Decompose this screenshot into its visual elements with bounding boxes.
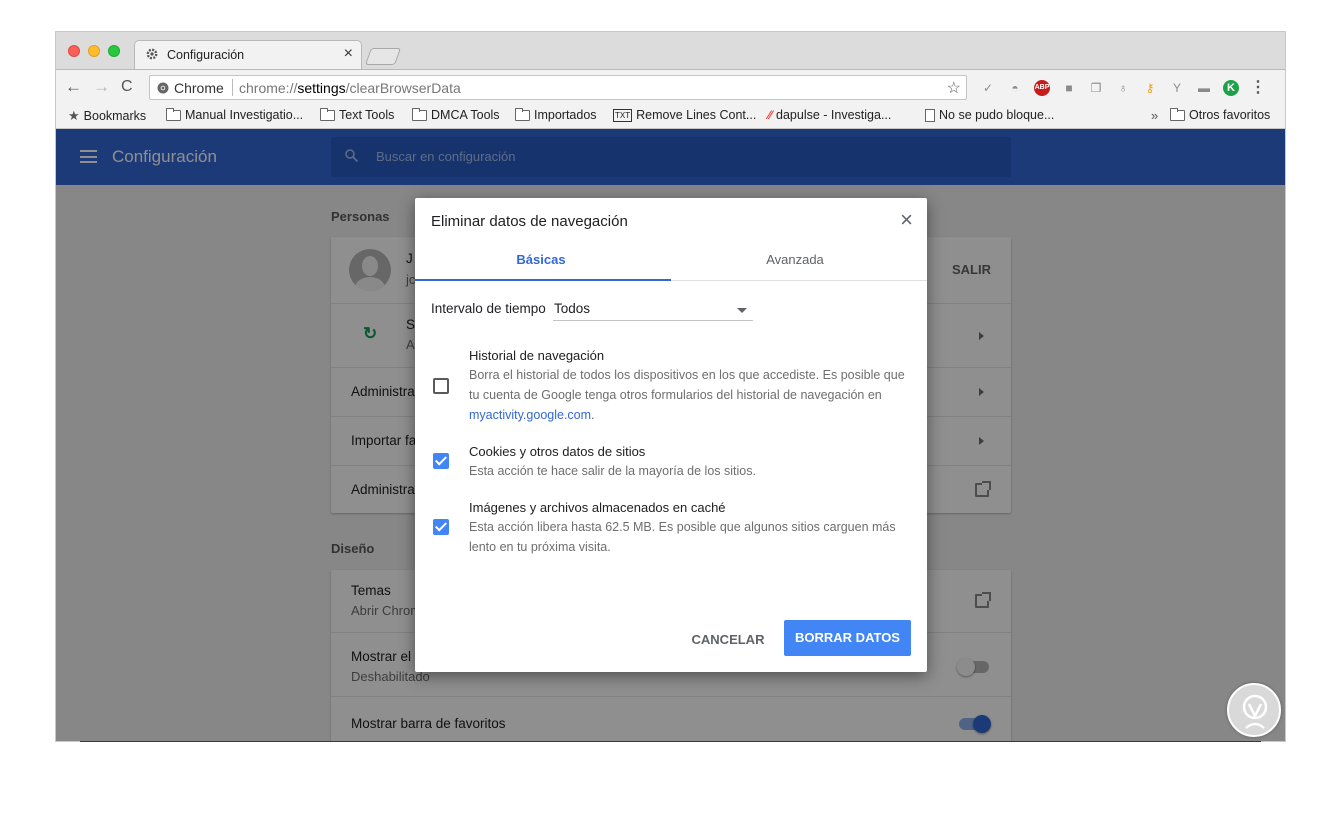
myactivity-link[interactable]: myactivity.google.com: [469, 408, 591, 422]
url-path: /clearBrowserData: [345, 80, 461, 96]
url-scheme: chrome://: [239, 80, 298, 96]
clear-browsing-data-dialog: Eliminar datos de navegación × Básicas A…: [415, 198, 927, 672]
origin-label: Chrome: [174, 80, 224, 96]
bookmark-label: Remove Lines Cont...: [636, 108, 757, 122]
option-title: Historial de navegación: [469, 348, 605, 363]
grey-square-icon[interactable]: ■: [1059, 79, 1079, 97]
watermark-logo: [1227, 683, 1281, 737]
extensions-bar: ✓ ◓ ABP ■ ❐ ♁ ⚷ Y ▬ K ⋮: [978, 79, 1268, 97]
tx-icon: TXT: [613, 108, 633, 122]
zoom-window-button[interactable]: [108, 45, 120, 57]
url-text[interactable]: chrome://settings/clearBrowserData: [239, 80, 461, 96]
chrome-icon: [157, 82, 169, 94]
option-description: Esta acción libera hasta 62.5 MB. Es pos…: [469, 520, 896, 554]
option-title: Cookies y otros datos de sitios: [469, 444, 646, 459]
reload-button[interactable]: C: [121, 78, 133, 96]
bookmark-label: DMCA Tools: [431, 108, 500, 122]
clear-data-button[interactable]: BORRAR DATOS: [784, 620, 911, 656]
tab-advanced[interactable]: Avanzada: [667, 252, 923, 267]
bookmark-label: Manual Investigatio...: [185, 108, 304, 122]
bookmark-item[interactable]: ★ Bookmarks: [68, 108, 146, 124]
k-icon[interactable]: K: [1223, 80, 1239, 96]
cup-icon[interactable]: ▬: [1194, 79, 1214, 97]
caret-down-icon: [737, 308, 747, 313]
bookmark-label: Importados: [534, 108, 597, 122]
page-bottom-line: [80, 741, 1261, 742]
tab-title: Configuración: [167, 48, 245, 62]
close-window-button[interactable]: [68, 45, 80, 57]
bookmark-item[interactable]: Importados: [515, 107, 597, 122]
folder-icon: [515, 107, 530, 121]
bookmark-item[interactable]: ⁄⁄ dapulse - Investiga...: [768, 108, 891, 122]
history-description-suffix: .: [591, 408, 595, 422]
url-host: settings: [297, 80, 346, 96]
active-tab-indicator: [415, 279, 671, 281]
bookmark-label: dapulse - Investiga...: [776, 108, 892, 122]
bookmark-item[interactable]: No se pudo bloque...: [925, 108, 1054, 122]
copy-icon[interactable]: ❐: [1086, 79, 1106, 97]
option-description: Esta acción te hace salir de la mayoría …: [469, 464, 756, 478]
bookmark-star-icon[interactable]: ☆: [947, 78, 961, 98]
bookmark-label: No se pudo bloque...: [939, 108, 1055, 122]
browser-tab[interactable]: Configuración ×: [134, 40, 362, 69]
bookmark-item[interactable]: TXT Remove Lines Cont...: [613, 108, 756, 122]
star-icon: ★: [68, 108, 80, 123]
other-bookmarks-folder[interactable]: Otros favoritos: [1170, 107, 1271, 122]
history-checkbox[interactable]: [433, 378, 449, 394]
bookmark-label: Text Tools: [339, 108, 395, 122]
forward-button[interactable]: →: [93, 78, 110, 96]
bookmarks-overflow-button[interactable]: »: [1151, 108, 1158, 123]
title-bar: Configuración ×: [56, 32, 1285, 69]
tab-basic[interactable]: Básicas: [413, 252, 669, 267]
page-icon: [925, 108, 935, 122]
dialog-tabs: Básicas Avanzada: [415, 246, 927, 281]
time-range-select[interactable]: Todos: [553, 298, 753, 321]
toolbar: ← → C Chrome chrome://settings/clearBrow…: [56, 69, 1285, 105]
omnibox-separator: [232, 79, 233, 96]
lightbulb-icon[interactable]: ♁: [1113, 79, 1133, 97]
cache-checkbox[interactable]: [433, 519, 449, 535]
tab-close-icon[interactable]: ×: [344, 45, 353, 63]
folder-icon: [1170, 107, 1185, 121]
bookmark-label: Otros favoritos: [1189, 108, 1271, 122]
plant-icon[interactable]: Y: [1167, 79, 1187, 97]
browser-window: Configuración × ← → C Chrome chrome://se…: [56, 32, 1285, 741]
cancel-button[interactable]: CANCELAR: [684, 622, 772, 658]
back-button[interactable]: ←: [65, 78, 82, 96]
cookies-checkbox[interactable]: [433, 453, 449, 469]
minimize-window-button[interactable]: [88, 45, 100, 57]
option-title: Imágenes y archivos almacenados en caché: [469, 500, 726, 515]
bookmark-item[interactable]: Text Tools: [320, 107, 395, 122]
adblock-plus-icon[interactable]: ABP: [1034, 80, 1050, 96]
time-range-value: Todos: [554, 301, 591, 316]
dialog-title: Eliminar datos de navegación: [431, 213, 628, 230]
helmet-icon[interactable]: ◓: [1005, 79, 1025, 97]
folder-icon: [166, 107, 181, 121]
folder-icon: [412, 107, 427, 121]
time-range-label: Intervalo de tiempo: [431, 301, 546, 316]
watermark-icon: [1242, 694, 1268, 729]
bookmark-item[interactable]: DMCA Tools: [412, 107, 500, 122]
pin-icon[interactable]: ✓: [978, 79, 998, 97]
bookmark-item[interactable]: Manual Investigatio...: [166, 107, 304, 122]
option-description: Borra el historial de todos los disposit…: [469, 365, 915, 425]
close-icon[interactable]: ×: [900, 209, 913, 231]
address-bar[interactable]: Chrome chrome://settings/clearBrowserDat…: [149, 75, 967, 100]
new-tab-button[interactable]: [364, 48, 402, 65]
dapulse-icon: ⁄⁄: [768, 108, 773, 122]
bookmark-label: Bookmarks: [83, 109, 147, 123]
history-description-text: Borra el historial de todos los disposit…: [469, 368, 905, 402]
key-icon[interactable]: ⚷: [1140, 79, 1160, 97]
folder-icon: [320, 107, 335, 121]
gear-icon: [146, 48, 158, 60]
bookmarks-bar: ★ Bookmarks Manual Investigatio... Text T…: [56, 105, 1285, 129]
menu-icon[interactable]: ⋮: [1248, 79, 1268, 97]
